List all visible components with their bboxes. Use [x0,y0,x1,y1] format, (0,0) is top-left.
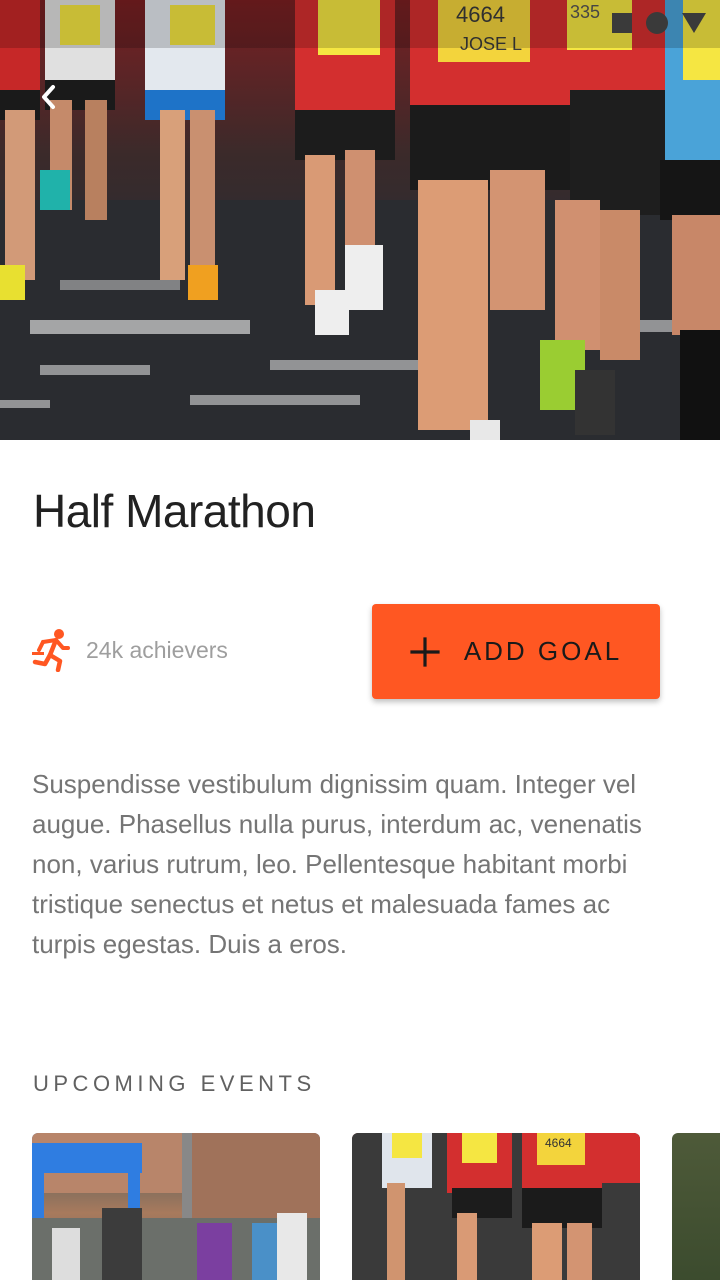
svg-text:4664: 4664 [545,1136,572,1150]
plus-icon [410,636,440,667]
page-title: Half Marathon [33,485,316,537]
achievers-info: 24k achievers [32,628,228,672]
event-card[interactable] [32,1133,320,1280]
event-card[interactable] [672,1133,720,1280]
chevron-left-icon [42,85,55,109]
event-photo: 4664 [352,1133,640,1280]
square-nav-icon [612,13,632,33]
runners-photo: 4664 JOSE L 335 [0,0,720,440]
description-text: Suspendisse vestibulum dignissim quam. I… [32,769,642,959]
event-card[interactable]: 4664 [352,1133,640,1280]
back-button[interactable] [38,84,74,124]
status-bar [0,0,720,48]
add-goal-button[interactable]: ADD GOAL [372,604,660,699]
triangle-nav-icon [682,13,706,33]
event-photo [32,1133,320,1280]
runner-icon [32,629,70,672]
upcoming-events-heading: UPCOMING EVENTS [33,1071,316,1096]
add-goal-label: ADD GOAL [463,636,623,666]
upcoming-events-carousel[interactable]: 4664 [32,1133,720,1280]
hero-image: 4664 JOSE L 335 [0,0,720,440]
achievers-count: 24k achievers [86,636,228,663]
circle-nav-icon [646,12,668,34]
